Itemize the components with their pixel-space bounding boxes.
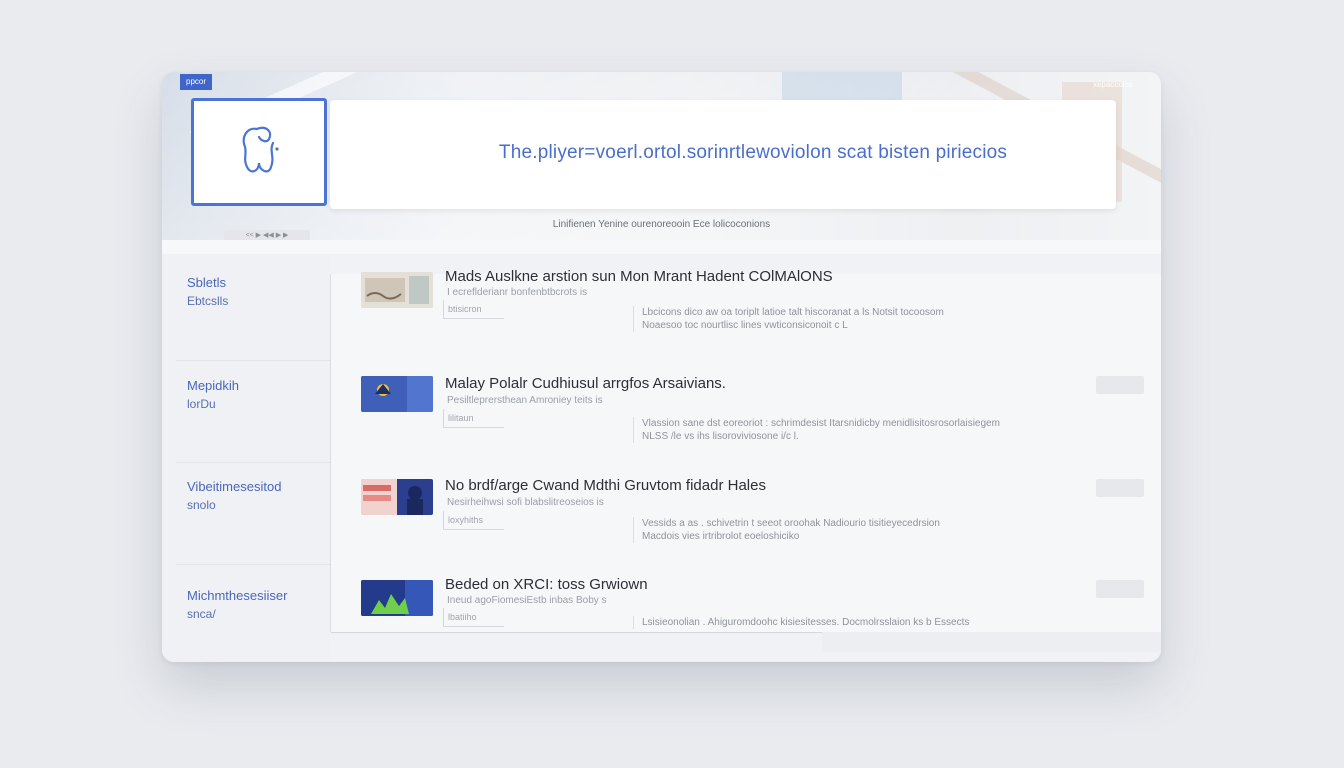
- sidebar-item-label: Vibeitimesesitod: [187, 479, 282, 494]
- sidebar-item-label: Sbletls: [187, 275, 227, 290]
- list-item-title[interactable]: Mads Auslkne arstion sun Mon Mrant Haden…: [445, 268, 833, 285]
- list-item-desc-line: NLSS /le vs ihs lisoroviviosone i/c l.: [642, 431, 799, 442]
- list-item[interactable]: Mads Auslkne arstion sun Mon Mrant Haden…: [331, 268, 1161, 355]
- list-item-tag: btisicron: [443, 300, 504, 319]
- corner-label[interactable]: xepaccolos: [1093, 80, 1133, 89]
- list-item-desc-line: Lbcicons dico aw oa toriplt latioe talt …: [642, 307, 944, 318]
- sidebar-item-label: Michmthesesiiser: [187, 588, 288, 603]
- list-item-description: Vessids a as . schivetrin t seeot orooha…: [633, 517, 1142, 543]
- list-item-thumbnail: [361, 479, 433, 515]
- list-item-title[interactable]: Malay Polalr Cudhiusul arrgfos Arsaivian…: [445, 375, 726, 392]
- list-item-subtitle: Pesiltleprersthean Amroniey teits is: [447, 395, 603, 406]
- list-item-action-button[interactable]: [1096, 376, 1144, 394]
- list-item-thumbnail: [361, 272, 433, 308]
- list-item-desc-line: Vlassion sane dst eoreoriot : schrimdesi…: [642, 418, 1000, 429]
- tooth-logo-icon: [242, 126, 279, 173]
- sidebar-divider: [176, 462, 330, 463]
- list-item-desc-line: Lsisieonolian . Ahiguromdoohc kisiesites…: [642, 617, 970, 628]
- sidebar-item-label: Mepidkih: [187, 378, 240, 393]
- list-item-action-button[interactable]: [1096, 580, 1144, 598]
- corner-tag[interactable]: ppcor: [180, 74, 213, 90]
- sidebar-item-sublabel: Ebtcslls: [187, 294, 229, 308]
- sidebar: Sbletls Ebtcslls Mepidkih lorDu Vibeitim…: [162, 254, 330, 662]
- banner-title: The.pliyer=voerl.ortol.sorinrtlewoviolon…: [498, 142, 1008, 163]
- sidebar-item-1[interactable]: Sbletls Ebtcslls: [187, 274, 327, 310]
- sidebar-item-sublabel: snca/: [187, 607, 216, 621]
- sidebar-divider: [176, 564, 330, 565]
- list-item-action-button[interactable]: [1096, 479, 1144, 497]
- list-item-desc-line: Vessids a as . schivetrin t seeot orooha…: [642, 518, 940, 529]
- list-item[interactable]: Malay Polalr Cudhiusul arrgfos Arsaivian…: [331, 354, 1161, 460]
- hero-banner: ppcor xepaccolos The.pliyer=voerl.ortol.…: [162, 72, 1161, 240]
- list-item-description: Lbcicons dico aw oa toriplt latioe talt …: [633, 306, 1142, 332]
- list-item-thumbnail: [361, 580, 433, 616]
- list-item-description: Vlassion sane dst eoreoriot : schrimdesi…: [633, 417, 1142, 443]
- content-list: Mads Auslkne arstion sun Mon Mrant Haden…: [330, 268, 1161, 633]
- list-item-subtitle: Nesirheihwsi sofi blabslitreoseios is: [447, 497, 604, 508]
- sidebar-item-4[interactable]: Michmthesesiiser snca/: [187, 587, 327, 623]
- sidebar-item-sublabel: lorDu: [187, 397, 216, 411]
- list-item-tag: lbatiiho: [443, 608, 504, 627]
- list-item-desc-line: Noaesoo toc nourtlisc lines vwticonsicon…: [642, 320, 848, 331]
- footer-fade: [822, 632, 1161, 652]
- hero-light-beam: [782, 72, 902, 102]
- sidebar-item-3[interactable]: Vibeitimesesitod snolo: [187, 478, 327, 514]
- list-item-thumbnail: [361, 376, 433, 412]
- list-item-subtitle: Ineud agoFiomesiEstb inbas Boby s: [447, 595, 607, 606]
- sidebar-item-2[interactable]: Mepidkih lorDu: [187, 377, 327, 413]
- app-logo[interactable]: [191, 98, 327, 206]
- app-window: ppcor xepaccolos The.pliyer=voerl.ortol.…: [162, 72, 1161, 662]
- header-separator: [162, 240, 1161, 254]
- list-item-title[interactable]: No brdf/arge Cwand Mdthi Gruvtom fidadr …: [445, 477, 766, 494]
- list-item-subtitle: I ecreflderianr bonfenbtbcrots is: [447, 287, 588, 298]
- list-item-tag: lilitaun: [443, 409, 504, 428]
- sidebar-divider: [176, 360, 330, 361]
- banner-card: The.pliyer=voerl.ortol.sorinrtlewoviolon…: [330, 100, 1116, 209]
- list-item[interactable]: Beded on XRCI: toss Grwiown Ineud agoFio…: [331, 562, 1161, 633]
- list-item[interactable]: No brdf/arge Cwand Mdthi Gruvtom fidadr …: [331, 459, 1161, 563]
- list-item-desc-line: Macdois vies irtribrolot eoeloshiciko: [642, 531, 800, 542]
- list-item-title[interactable]: Beded on XRCI: toss Grwiown: [445, 576, 648, 593]
- hero-subline: Linifienen Yenine ourenoreooin Ece lolic…: [552, 219, 771, 230]
- list-item-tag: loxyhiths: [443, 511, 504, 530]
- hero-pager[interactable]: << ▶ ◀◀ ▶ ▶: [224, 230, 310, 240]
- sidebar-item-sublabel: snolo: [187, 498, 216, 512]
- list-item-description: Lsisieonolian . Ahiguromdoohc kisiesites…: [633, 616, 1142, 629]
